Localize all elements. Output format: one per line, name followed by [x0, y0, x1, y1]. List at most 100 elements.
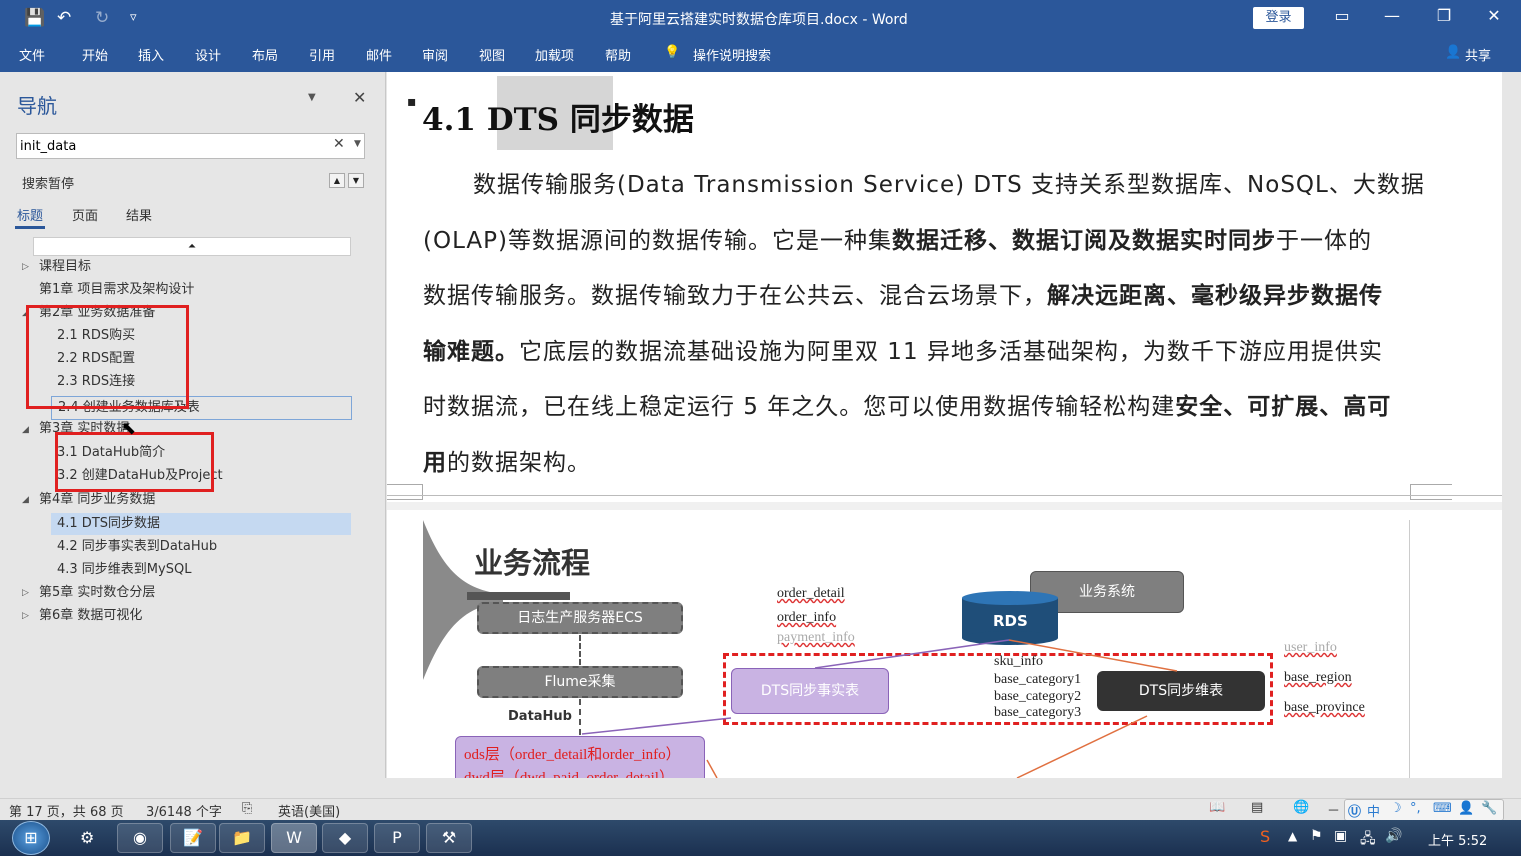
next-result-icon[interactable]: ▼ — [348, 173, 364, 188]
line-3-run-2: 解决远距离、毫秒级异步数据传 — [1047, 283, 1383, 309]
status-bar: 第 17 页，共 68 页 3/6148 个字 ⎘ 英语(美国) 📖 ▤ 🌐 －… — [0, 798, 1521, 821]
tab-mailings[interactable]: 邮件 — [366, 45, 392, 64]
body-line-6[interactable]: 用的数据架构。 — [423, 443, 591, 477]
ime-chinese-mode[interactable]: 中 — [1367, 801, 1380, 820]
chevron-down-icon[interactable]: ▼ — [308, 92, 316, 103]
customize-qat-icon[interactable]: ▿ — [130, 10, 137, 25]
search-options-icon[interactable]: ▼ — [354, 139, 361, 149]
clock[interactable]: 上午 5:52 — [1428, 830, 1487, 849]
page-corner-mark — [387, 484, 423, 500]
nav-item-course-goal[interactable]: 课程目标 — [39, 256, 91, 278]
language-indicator[interactable]: 英语(美国) — [278, 801, 340, 820]
collapse-all-button[interactable]: ⏶ — [33, 237, 351, 256]
proofing-icon[interactable]: ⎘ — [242, 801, 252, 816]
clear-search-icon[interactable]: ✕ — [333, 136, 345, 152]
flag-icon[interactable]: ⚑ — [1310, 828, 1323, 844]
redo-icon[interactable]: ↻ — [95, 8, 109, 28]
start-button[interactable]: ⊞ — [12, 821, 50, 855]
tool-taskbar-icon[interactable]: ⚒ — [426, 823, 472, 853]
tab-file[interactable]: 文件 — [19, 45, 45, 64]
line-2-run-3: 于一体的 — [1276, 228, 1372, 254]
page-margin-line — [1409, 520, 1410, 778]
device-icon[interactable]: ▣ — [1334, 828, 1347, 844]
nav-item-chapter5[interactable]: 第5章 实时数仓分层 — [39, 582, 155, 604]
expand-icon[interactable]: ▷ — [22, 588, 29, 598]
tray-expand-icon[interactable]: ▲ — [1288, 829, 1297, 843]
ods-box: ods层（order_detail和order_info） dwd层（dwd_p… — [455, 736, 705, 778]
punctuation-icon[interactable]: °, — [1410, 801, 1421, 816]
web-layout-icon[interactable]: 🌐 — [1293, 800, 1309, 815]
tab-layout[interactable]: 布局 — [252, 45, 278, 64]
ime-toolbar[interactable]: Ⓤ 中 ☽ °, ⌨ 👤 🔧 — [1344, 799, 1504, 821]
keyboard-icon[interactable]: ⌨ — [1433, 801, 1452, 816]
minimize-icon[interactable]: — — [1380, 6, 1404, 28]
ecs-box: 日志生产服务器ECS — [477, 602, 683, 634]
tab-addins[interactable]: 加载项 — [535, 45, 574, 64]
ribbon-display-icon[interactable]: ▭ — [1330, 6, 1354, 28]
tab-insert[interactable]: 插入 — [138, 45, 164, 64]
nav-search-box[interactable]: ✕ ▼ — [16, 133, 365, 159]
nav-item-4-2[interactable]: 4.2 同步事实表到DataHub — [57, 536, 217, 558]
nav-item-4-1-selected[interactable]: 4.1 DTS同步数据 — [51, 513, 351, 535]
user-icon[interactable]: 👤 — [1458, 801, 1474, 816]
body-line-1[interactable]: 数据传输服务(Data Transmission Service) DTS 支持… — [473, 165, 1425, 199]
ods-label: ods层（order_detail和order_info） — [464, 747, 681, 763]
wrench-icon[interactable]: 🔧 — [1481, 801, 1497, 816]
explorer-taskbar-icon[interactable]: 📁 — [219, 823, 265, 853]
tab-headings[interactable]: 标题 — [17, 205, 43, 224]
powerpoint-taskbar-icon[interactable]: P — [374, 823, 420, 853]
tab-references[interactable]: 引用 — [309, 45, 335, 64]
word-count[interactable]: 3/6148 个字 — [146, 801, 222, 820]
tab-help[interactable]: 帮助 — [605, 45, 631, 64]
dim-table-sku-info: sku_info — [994, 654, 1043, 669]
previous-result-icon[interactable]: ▲ — [329, 173, 345, 188]
volume-icon[interactable]: 🔊 — [1385, 828, 1402, 844]
collapse-icon[interactable]: ◢ — [22, 425, 29, 435]
zoom-out-icon[interactable]: － — [1327, 800, 1340, 819]
nav-item-4-3[interactable]: 4.3 同步维表到MySQL — [57, 559, 191, 581]
nav-item-chapter6[interactable]: 第6章 数据可视化 — [39, 605, 142, 627]
vertical-scrollbar[interactable] — [1502, 72, 1521, 778]
line-5-run-2: 安全、可扩展、高可 — [1175, 394, 1392, 420]
tab-home[interactable]: 开始 — [82, 45, 108, 64]
share-button[interactable]: 共享 — [1465, 45, 1491, 64]
collapse-icon[interactable]: ◢ — [22, 495, 29, 505]
heading-4-1[interactable]: 4.1 DTS 同步数据 — [422, 94, 694, 139]
page-count[interactable]: 第 17 页，共 68 页 — [9, 801, 124, 820]
print-layout-icon[interactable]: ▤ — [1251, 800, 1263, 815]
undo-icon[interactable]: ↶ — [57, 8, 71, 28]
tab-pages[interactable]: 页面 — [72, 205, 98, 224]
login-button[interactable]: 登录 — [1253, 7, 1304, 29]
search-paused-label: 搜索暂停 — [22, 177, 75, 192]
restore-icon[interactable]: ❐ — [1432, 6, 1456, 28]
close-icon[interactable]: ✕ — [1482, 6, 1506, 28]
body-line-3[interactable]: 数据传输服务。数据传输致力于在公共云、混合云场景下，解决远距离、毫秒级异步数据传 — [423, 276, 1383, 310]
tab-review[interactable]: 审阅 — [422, 45, 448, 64]
sogou-ime-icon[interactable]: S — [1260, 827, 1270, 846]
document-canvas[interactable]: ▪ 4.1 DTS 同步数据 数据传输服务(Data Transmission … — [387, 72, 1502, 778]
close-icon[interactable]: ✕ — [353, 88, 366, 107]
nav-item-chapter1[interactable]: 第1章 项目需求及架构设计 — [39, 279, 194, 301]
nav-item-chapter4[interactable]: 第4章 同步业务数据 — [39, 489, 155, 511]
tab-design[interactable]: 设计 — [195, 45, 221, 64]
tab-view[interactable]: 视图 — [479, 45, 505, 64]
settings-icon[interactable]: ⚙ — [80, 828, 94, 847]
notepad-taskbar-icon[interactable]: 📝 — [170, 823, 216, 853]
expand-icon[interactable]: ▷ — [22, 262, 29, 272]
word-taskbar-icon[interactable]: W — [271, 823, 317, 853]
save-icon[interactable]: 💾 — [24, 8, 45, 28]
moon-icon[interactable]: ☽ — [1390, 801, 1402, 816]
body-line-4[interactable]: 输难题。它底层的数据流基础设施为阿里双 11 异地多活基础架构，为数千下游应用提… — [423, 332, 1383, 366]
tell-me-search[interactable]: 操作说明搜索 — [693, 45, 771, 64]
network-icon[interactable]: 🖧 — [1360, 828, 1376, 852]
app-taskbar-icon[interactable]: ◆ — [322, 823, 368, 853]
read-mode-icon[interactable]: 📖 — [1209, 800, 1225, 815]
diagram-title: 业务流程 — [474, 546, 591, 580]
body-line-2[interactable]: (OLAP)等数据源间的数据传输。它是一种集数据迁移、数据订阅及数据实时同步于一… — [423, 221, 1372, 255]
nav-search-input[interactable] — [20, 137, 320, 155]
tab-results[interactable]: 结果 — [126, 205, 152, 224]
chrome-taskbar-icon[interactable]: ◉ — [117, 823, 163, 853]
body-line-5[interactable]: 时数据流，已在线上稳定运行 5 年之久。您可以使用数据传输轻松构建安全、可扩展、… — [423, 387, 1391, 421]
flume-box: Flume采集 — [477, 666, 683, 698]
expand-icon[interactable]: ▷ — [22, 611, 29, 621]
